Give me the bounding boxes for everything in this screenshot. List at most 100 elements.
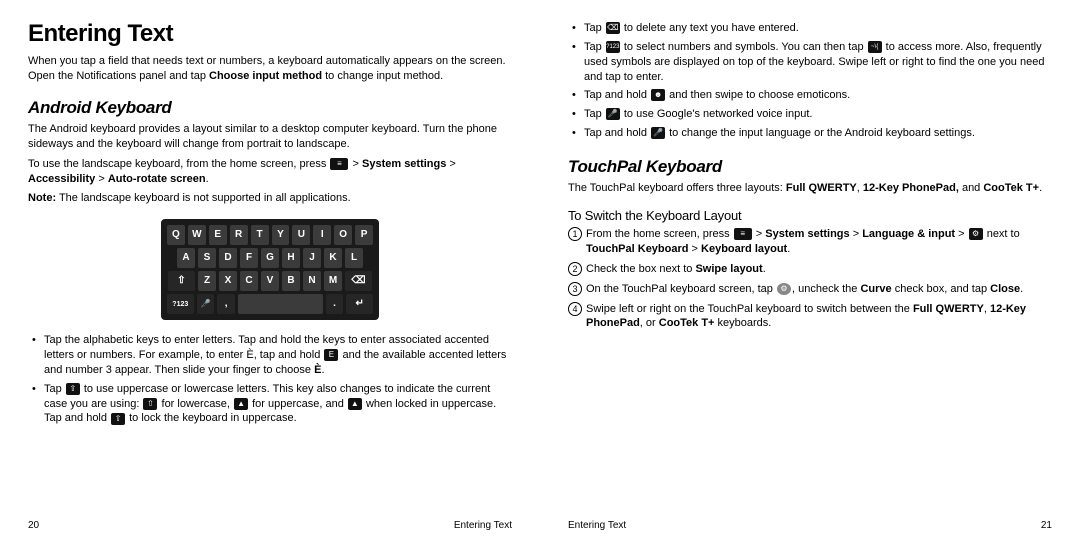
text: Swipe left or right on the TouchPal keyb…: [586, 303, 913, 315]
text: check box, and tap: [892, 283, 990, 295]
bold-text: Full QWERTY: [913, 303, 984, 315]
emoticon-icon: ☻: [651, 89, 665, 101]
key: I: [313, 225, 331, 245]
note-paragraph: Note: The landscape keyboard is not supp…: [28, 191, 512, 206]
section-heading: TouchPal Keyboard: [568, 156, 1052, 179]
delete-key: ⌫: [345, 271, 372, 291]
key: G: [261, 248, 279, 268]
key-icon: E: [324, 349, 338, 361]
text: On the TouchPal keyboard screen, tap: [586, 283, 776, 295]
list-item: Tap ?123 to select numbers and symbols. …: [568, 40, 1052, 85]
keyboard-illustration: Q W E R T Y U I O P A S D F G H J K L ⇧ …: [161, 219, 379, 320]
key: E: [209, 225, 227, 245]
bold-text: Curve: [860, 283, 891, 295]
key: N: [303, 271, 321, 291]
key: O: [334, 225, 352, 245]
page-number: 21: [1041, 519, 1052, 533]
list-item: Tap and hold 🎤 to change the input langu…: [568, 126, 1052, 141]
bold-text: CooTek T+: [983, 182, 1039, 194]
key: C: [240, 271, 258, 291]
key: X: [219, 271, 237, 291]
text: Tap and hold: [584, 127, 650, 139]
keyboard-row: ⇧ Z X C V B N M ⌫: [167, 271, 373, 291]
key: D: [219, 248, 237, 268]
text: to change input method.: [322, 70, 443, 82]
page-footer-title: Entering Text: [454, 519, 512, 533]
list-item: Tap the alphabetic keys to enter letters…: [28, 333, 512, 378]
enter-key: ↵: [346, 294, 373, 314]
subsection-heading: To Switch the Keyboard Layout: [568, 207, 1052, 225]
page-footer-title: Entering Text: [568, 519, 626, 533]
menu-icon: ≡: [734, 228, 752, 240]
section-heading: Android Keyboard: [28, 97, 512, 120]
list-item: On the TouchPal keyboard screen, tap ⚙, …: [568, 282, 1052, 297]
bold-text: Swipe layout: [695, 263, 762, 275]
key: T: [251, 225, 269, 245]
bold-text: System settings: [362, 158, 446, 170]
list-item: Tap ⇧ to use uppercase or lowercase lett…: [28, 382, 512, 427]
text: , uncheck the: [792, 283, 861, 295]
comma-key: ,: [217, 294, 235, 314]
text: to change the input language or the Andr…: [666, 127, 975, 139]
key: R: [230, 225, 248, 245]
text: The TouchPal keyboard offers three layou…: [568, 182, 786, 194]
mic-key: 🎤: [197, 294, 215, 314]
text: .: [321, 364, 324, 376]
bold-text: Choose input method: [209, 70, 322, 82]
key: Z: [198, 271, 216, 291]
key: U: [292, 225, 310, 245]
list-item: Swipe left or right on the TouchPal keyb…: [568, 302, 1052, 332]
bold-text: System settings: [765, 228, 849, 240]
bold-text: Keyboard layout: [701, 243, 787, 255]
shift-filled-icon: ▲: [234, 398, 248, 410]
more-symbols-icon: ~\{: [868, 41, 882, 53]
key: Y: [272, 225, 290, 245]
key: M: [324, 271, 342, 291]
text: Tap: [584, 22, 605, 34]
key: H: [282, 248, 300, 268]
shift-outline-icon: ⇧: [143, 398, 157, 410]
key: S: [198, 248, 216, 268]
key: P: [355, 225, 373, 245]
key: V: [261, 271, 279, 291]
page-title: Entering Text: [28, 18, 512, 50]
period-key: .: [326, 294, 344, 314]
paragraph: The Android keyboard provides a layout s…: [28, 122, 512, 152]
bold-text: 12-Key PhonePad,: [863, 182, 959, 194]
text: and then swipe to choose emoticons.: [666, 89, 850, 101]
settings-slider-icon: ⚙: [969, 228, 983, 240]
text: Tap: [44, 383, 65, 395]
key: B: [282, 271, 300, 291]
key: W: [188, 225, 206, 245]
text: to delete any text you have entered.: [621, 22, 799, 34]
mic-icon: 🎤: [651, 127, 665, 139]
text: for lowercase,: [158, 398, 233, 410]
text: to lock the keyboard in uppercase.: [126, 412, 297, 424]
text: To use the landscape keyboard, from the …: [28, 158, 329, 170]
paragraph: The TouchPal keyboard offers three layou…: [568, 181, 1052, 196]
page-right: Tap ⌫ to delete any text you have entere…: [540, 0, 1080, 540]
key: J: [303, 248, 321, 268]
bold-text: Accessibility: [28, 173, 95, 185]
key: Q: [167, 225, 185, 245]
bold-text: TouchPal Keyboard: [586, 243, 688, 255]
key: K: [324, 248, 342, 268]
list-item: Tap 🎤 to use Google's networked voice in…: [568, 107, 1052, 122]
list-item: Check the box next to Swipe layout.: [568, 262, 1052, 277]
keyboard-row: A S D F G H J K L: [167, 248, 373, 268]
text: Tap and hold: [584, 89, 650, 101]
symbols-key: ?123: [167, 294, 194, 314]
paragraph: To use the landscape keyboard, from the …: [28, 157, 512, 187]
text: The landscape keyboard is not supported …: [56, 192, 351, 204]
text: next to: [984, 228, 1020, 240]
text: keyboards.: [714, 317, 771, 329]
bullet-list: Tap the alphabetic keys to enter letters…: [28, 333, 512, 430]
text: From the home screen, press: [586, 228, 733, 240]
text: to select numbers and symbols. You can t…: [621, 41, 867, 53]
keyboard-row: Q W E R T Y U I O P: [167, 225, 373, 245]
shift-icon: ⇧: [111, 413, 125, 425]
symbols-icon: ?123: [606, 41, 620, 53]
delete-icon: ⌫: [606, 22, 620, 34]
page-left: Entering Text When you tap a field that …: [0, 0, 540, 540]
shift-key: ⇧: [168, 271, 195, 291]
